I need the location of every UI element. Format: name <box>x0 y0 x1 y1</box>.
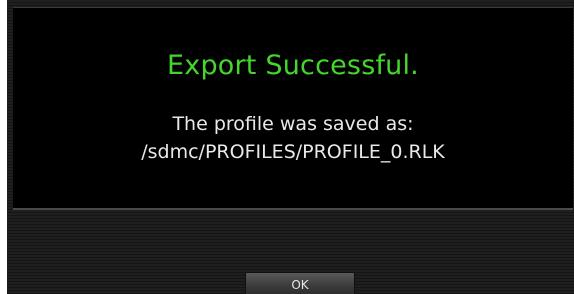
message-line-file-path: /sdmc/PROFILES/PROFILE_0.RLK <box>141 141 445 163</box>
dialog-message: The profile was saved as: /sdmc/PROFILES… <box>13 110 573 166</box>
message-line-saved-as: The profile was saved as: <box>172 113 414 135</box>
app-screen: Export Successful. The profile was saved… <box>7 0 574 294</box>
export-result-dialog: Export Successful. The profile was saved… <box>13 7 573 210</box>
ok-button[interactable]: OK <box>245 272 355 294</box>
dialog-title: Export Successful. <box>167 50 419 81</box>
